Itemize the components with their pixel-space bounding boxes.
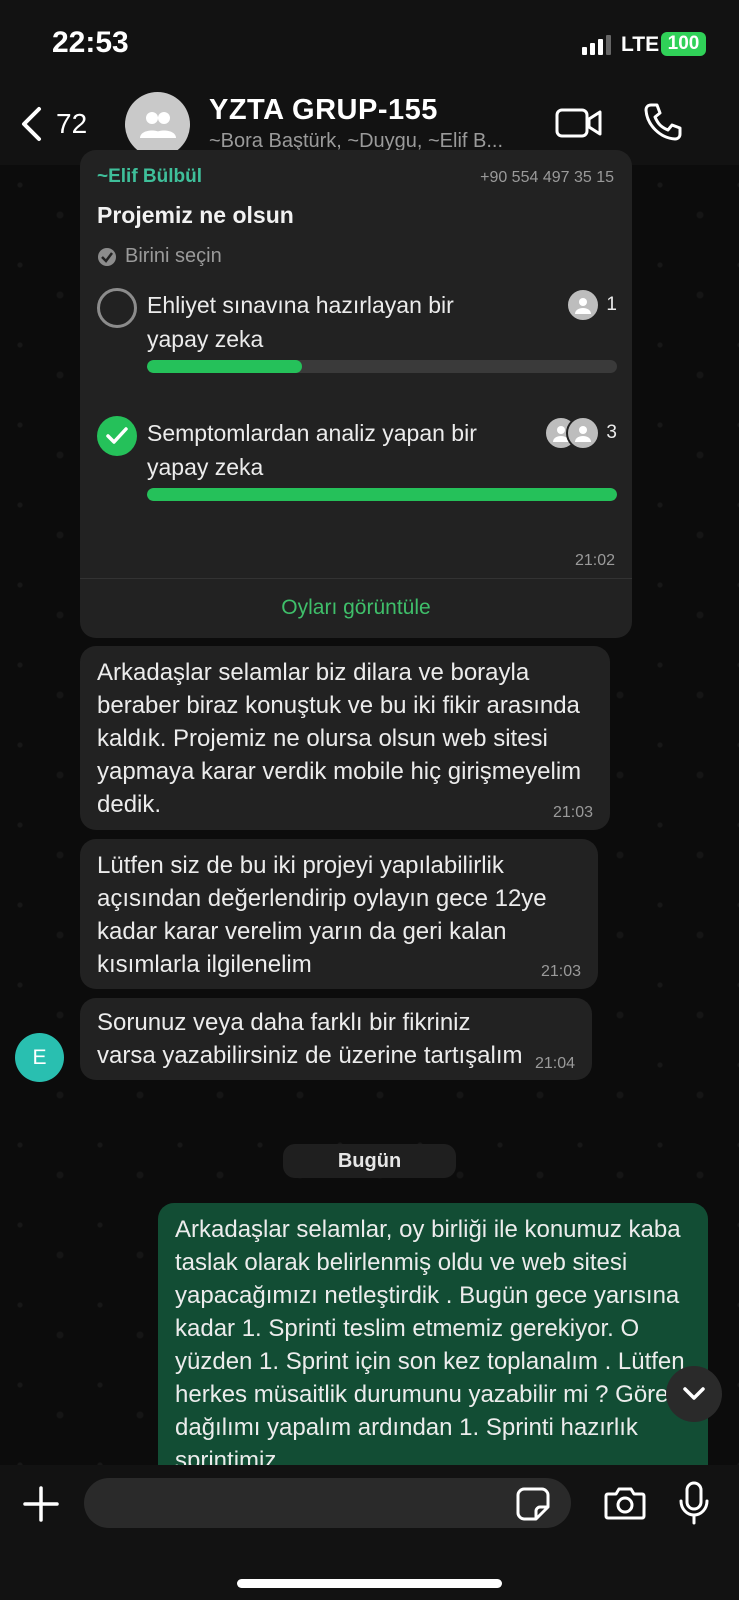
video-call-button[interactable] (555, 106, 603, 145)
camera-button[interactable] (604, 1485, 646, 1526)
status-bar: 22:53 LTE 100 (0, 0, 739, 88)
view-votes-button[interactable]: Oyları görüntüle (80, 596, 632, 620)
message-text: Lütfen siz de bu iki projeyi yapılabilir… (97, 852, 547, 978)
poll-message[interactable]: ~Elif Bülbül +90 554 497 35 15 Projemiz … (80, 150, 632, 638)
video-camera-icon (555, 108, 602, 138)
vote-progress-bar (147, 488, 617, 501)
vote-count: 3 (606, 422, 617, 443)
message-time: 21:03 (552, 804, 593, 821)
vote-count: 1 (606, 294, 617, 315)
poll-option-votes[interactable]: 1 (566, 288, 617, 322)
battery-icon: 100 (661, 32, 706, 56)
composer-bar (0, 1465, 739, 1600)
radio-checked-icon[interactable] (97, 416, 137, 456)
check-circle-icon (98, 247, 116, 266)
home-indicator (237, 1579, 502, 1588)
message-time: 21:02 (574, 552, 615, 569)
voter-avatar (566, 288, 601, 322)
message-sender[interactable]: ~Elif Bülbül (97, 166, 202, 188)
sender-avatar[interactable]: E (15, 1033, 64, 1082)
person-icon (575, 426, 592, 442)
checkmark-icon (106, 427, 128, 444)
message-bubble[interactable]: Sorunuz veya daha farklı bir fikriniz va… (80, 998, 592, 1080)
attach-button[interactable] (22, 1485, 60, 1528)
scroll-to-bottom-button[interactable] (666, 1366, 722, 1422)
voter-avatar (566, 416, 601, 450)
camera-icon (604, 1487, 646, 1520)
microphone-icon (679, 1481, 709, 1525)
unread-count: 72 (56, 108, 88, 139)
message-time: 21:04 (534, 1055, 575, 1072)
poll-option[interactable]: Ehliyet sınavına hazırlayan bir yapay ze… (97, 288, 617, 373)
divider (80, 578, 632, 579)
plus-icon (23, 1486, 59, 1522)
message-bubble[interactable]: Arkadaşlar selamlar biz dilara ve borayl… (80, 646, 610, 830)
chevron-left-icon (22, 107, 41, 141)
back-button[interactable]: 72 (20, 106, 87, 142)
poll-hint-label: Birini seçin (125, 245, 222, 267)
status-time: 22:53 (52, 26, 129, 59)
sticker-button[interactable] (516, 1487, 550, 1526)
sender-phone: +90 554 497 35 15 (480, 169, 614, 186)
message-text: Arkadaşlar selamlar, oy birliği ile konu… (175, 1216, 685, 1474)
voice-call-button[interactable] (643, 102, 683, 147)
radio-unchecked-icon[interactable] (97, 288, 137, 328)
message-input[interactable] (84, 1478, 571, 1528)
battery-level: 100 (667, 33, 700, 54)
message-bubble[interactable]: Lütfen siz de bu iki projeyi yapılabilir… (80, 839, 598, 989)
group-icon (139, 111, 176, 138)
poll-option[interactable]: Semptomlardan analiz yapan bir yapay zek… (97, 416, 617, 501)
date-divider: Bugün (283, 1144, 456, 1178)
poll-option-label: Semptomlardan analiz yapan bir yapay zek… (147, 420, 477, 480)
poll-option-label: Ehliyet sınavına hazırlayan bir yapay ze… (147, 292, 454, 352)
signal-icon (582, 35, 611, 55)
chevron-down-icon (683, 1387, 705, 1400)
voice-message-button[interactable] (678, 1481, 710, 1530)
sticker-icon (516, 1487, 550, 1521)
vote-progress-fill (147, 360, 303, 373)
message-text: Sorunuz veya daha farklı bir fikriniz va… (97, 1009, 523, 1069)
vote-progress-bar (147, 360, 617, 373)
group-avatar[interactable] (125, 92, 190, 157)
message-time: 21:03 (540, 963, 581, 980)
network-label: LTE (621, 33, 660, 56)
poll-hint: Birini seçin (97, 245, 222, 268)
vote-progress-fill (147, 488, 617, 501)
outgoing-message-bubble[interactable]: Arkadaşlar selamlar, oy birliği ile konu… (158, 1203, 708, 1503)
message-text: Arkadaşlar selamlar biz dilara ve borayl… (97, 659, 582, 818)
person-icon (575, 298, 592, 314)
group-title[interactable]: YZTA GRUP-155 (209, 94, 438, 127)
phone-icon (644, 103, 682, 141)
poll-question: Projemiz ne olsun (97, 202, 294, 228)
poll-option-votes[interactable]: 3 (544, 416, 617, 450)
